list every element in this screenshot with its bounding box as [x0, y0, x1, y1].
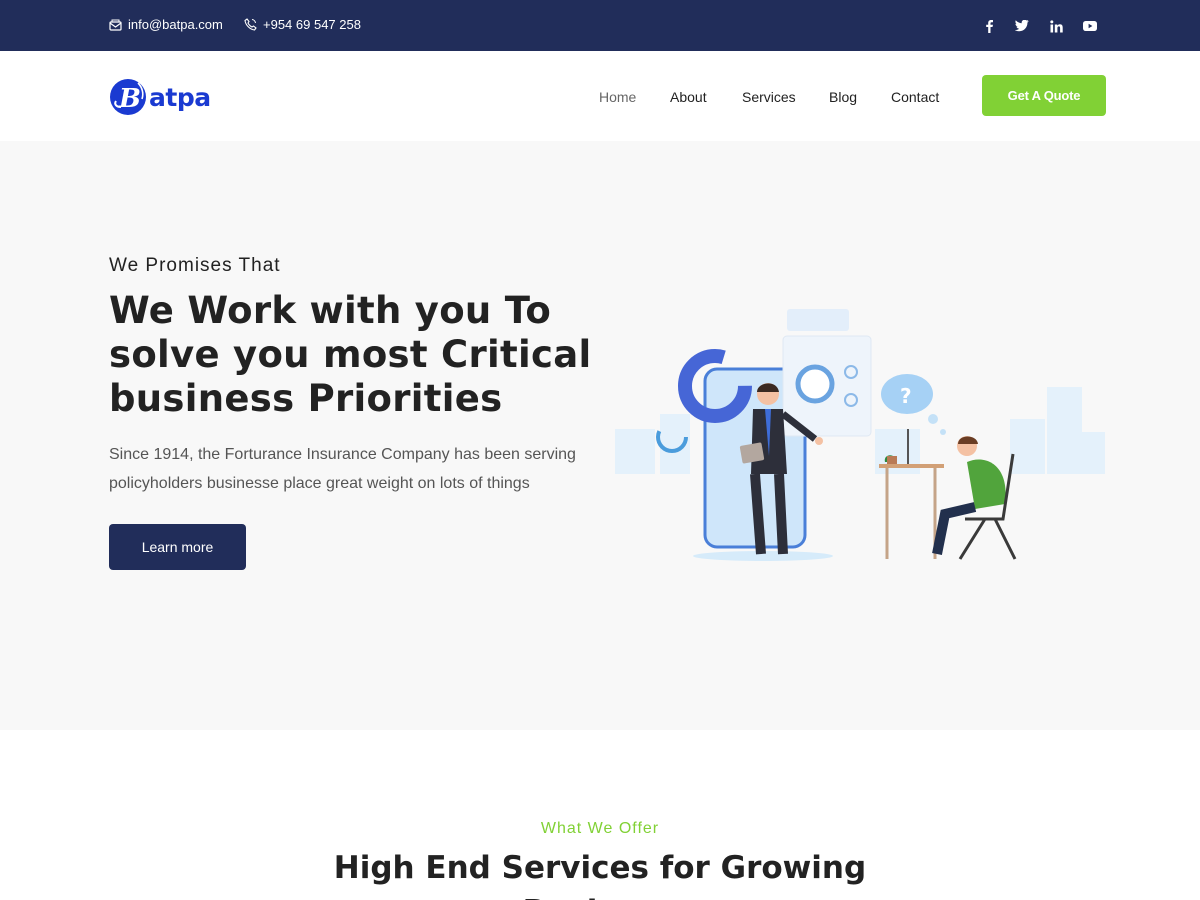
- logo-mark-icon: B: [110, 79, 146, 115]
- business-illustration: ?: [615, 309, 1105, 561]
- hero-title-line: business Priorities: [109, 377, 503, 420]
- phone-contact[interactable]: +954 69 547 258: [244, 17, 361, 32]
- envelope-icon: [109, 19, 122, 31]
- svg-text:B: B: [118, 84, 141, 114]
- nav-services[interactable]: Services: [742, 89, 796, 105]
- top-bar: info@batpa.com +954 69 547 258: [0, 0, 1200, 51]
- youtube-link[interactable]: [1080, 16, 1100, 36]
- hero-section: We Promises That We Work with you To sol…: [0, 141, 1200, 730]
- linkedin-link[interactable]: [1046, 16, 1066, 36]
- phone-icon: [244, 18, 257, 31]
- nav-blog[interactable]: Blog: [829, 89, 857, 105]
- main-header: B atpa Home About Services Blog Contact …: [0, 51, 1200, 141]
- offer-kicker: What We Offer: [540, 820, 660, 837]
- phone-text: +954 69 547 258: [263, 17, 361, 32]
- facebook-link[interactable]: [979, 16, 999, 36]
- learn-more-button[interactable]: Learn more: [109, 524, 246, 570]
- facebook-icon: [986, 20, 993, 33]
- twitter-link[interactable]: [1012, 16, 1032, 36]
- hero-description: Since 1914, the Forturance Insurance Com…: [109, 446, 576, 492]
- nav-about[interactable]: About: [670, 89, 707, 105]
- logo-text: atpa: [149, 82, 211, 112]
- nav-home[interactable]: Home: [599, 89, 636, 105]
- hero-title-line: We Work with you To: [109, 289, 552, 332]
- email-text: info@batpa.com: [128, 17, 223, 32]
- linkedin-icon: [1049, 19, 1063, 32]
- get-quote-button[interactable]: Get A Quote: [982, 75, 1106, 116]
- hero-title: We Work with you To solve you most Criti…: [109, 289, 592, 421]
- svg-text:?: ?: [900, 384, 912, 408]
- nav-contact[interactable]: Contact: [891, 89, 939, 105]
- twitter-icon: [1015, 20, 1029, 32]
- email-contact[interactable]: info@batpa.com: [109, 17, 223, 32]
- hero-title-line: solve you most Critical: [109, 333, 592, 376]
- hero-kicker: We Promises That: [109, 255, 281, 276]
- youtube-icon: [1083, 21, 1097, 31]
- site-logo[interactable]: B atpa: [108, 77, 211, 117]
- offer-title: High End Services for Growing Business: [333, 850, 867, 900]
